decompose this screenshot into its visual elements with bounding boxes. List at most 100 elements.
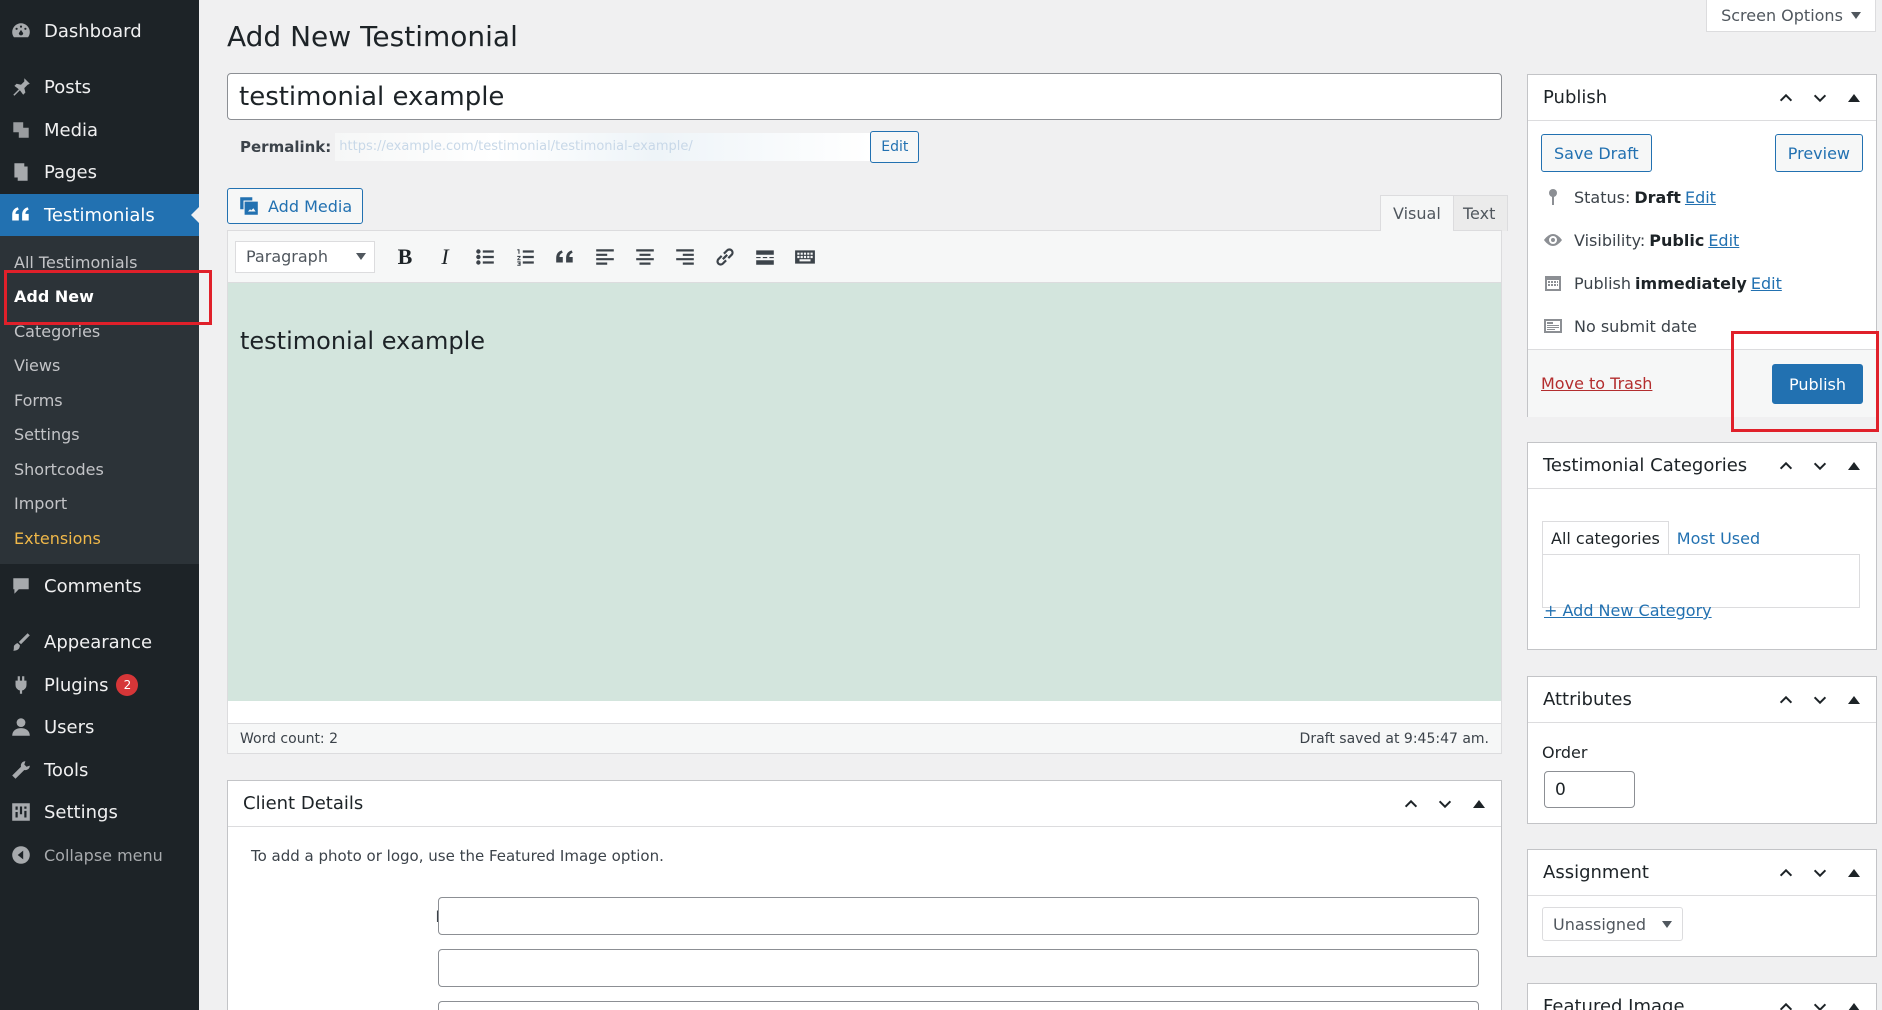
tab-visual[interactable]: Visual — [1380, 195, 1454, 231]
submenu-settings[interactable]: Settings — [14, 425, 80, 444]
menu-settings[interactable]: Settings — [0, 791, 199, 833]
format-value: Paragraph — [246, 247, 328, 266]
menu-appearance[interactable]: Appearance — [0, 621, 199, 663]
screen-options-button[interactable]: Screen Options — [1706, 0, 1876, 32]
pin-icon — [1542, 186, 1564, 208]
add-media-button[interactable]: Add Media — [227, 188, 364, 224]
caret-down-icon — [1850, 12, 1861, 19]
move-up-button[interactable] — [1772, 686, 1800, 714]
publish-time-edit-link[interactable]: Edit — [1751, 274, 1782, 293]
add-new-category-link[interactable]: + Add New Category — [1544, 601, 1712, 620]
move-down-button[interactable] — [1806, 993, 1834, 1010]
submenu-all-testimonials[interactable]: All Testimonials — [14, 253, 137, 272]
submenu-views[interactable]: Views — [14, 356, 60, 375]
toggle-panel-button[interactable] — [1840, 452, 1868, 480]
editor-paragraph: testimonial example — [240, 327, 486, 355]
collapse-label: Collapse menu — [44, 845, 163, 865]
move-up-button[interactable] — [1772, 84, 1800, 112]
bullet-list-button[interactable] — [465, 240, 505, 274]
add-media-label: Add Media — [268, 196, 353, 216]
next-field-input[interactable] — [438, 1001, 1479, 1010]
editor-content-area[interactable]: testimonial example — [228, 283, 1501, 701]
submenu-forms[interactable]: Forms — [14, 391, 63, 410]
dashboard-icon — [10, 20, 32, 42]
preview-button[interactable]: Preview — [1774, 134, 1863, 172]
read-more-button[interactable] — [745, 240, 785, 274]
assignment-select[interactable]: Unassigned — [1542, 907, 1684, 941]
submenu-add-new[interactable]: Add New — [14, 287, 94, 306]
post-title-input[interactable] — [227, 73, 1502, 120]
move-up-button[interactable] — [1772, 452, 1800, 480]
menu-dashboard[interactable]: Dashboard — [0, 10, 199, 52]
menu-label: Comments — [44, 575, 142, 597]
italic-button[interactable]: I — [425, 240, 465, 274]
move-down-button[interactable] — [1431, 790, 1459, 818]
align-right-button[interactable] — [665, 240, 705, 274]
visibility-edit-link[interactable]: Edit — [1708, 231, 1739, 250]
submenu-import[interactable]: Import — [14, 494, 67, 513]
toggle-panel-button[interactable] — [1840, 686, 1868, 714]
chevron-up-icon — [1779, 695, 1793, 703]
submenu-shortcodes[interactable]: Shortcodes — [14, 460, 104, 479]
full-name-input[interactable] — [438, 897, 1479, 935]
status-edit-link[interactable]: Edit — [1685, 188, 1716, 207]
paragraph-format-select[interactable]: Paragraph — [235, 240, 375, 273]
move-to-trash-link[interactable]: Move to Trash — [1541, 374, 1652, 393]
move-down-button[interactable] — [1806, 84, 1834, 112]
move-up-button[interactable] — [1397, 790, 1425, 818]
tab-most-used[interactable]: Most Used — [1669, 521, 1768, 555]
permalink-url[interactable]: https://example.com/testimonial/testimon… — [335, 133, 871, 161]
move-down-button[interactable] — [1806, 686, 1834, 714]
save-draft-button[interactable]: Save Draft — [1541, 134, 1652, 172]
status-label: Status: — [1574, 187, 1631, 207]
menu-pages[interactable]: Pages — [0, 151, 199, 193]
collapse-icon — [10, 844, 32, 866]
move-up-button[interactable] — [1772, 859, 1800, 887]
submenu-categories[interactable]: Categories — [14, 322, 100, 341]
toggle-panel-button[interactable] — [1465, 790, 1493, 818]
permalink-edit-button[interactable]: Edit — [870, 131, 920, 163]
toolbar-toggle-button[interactable] — [785, 240, 825, 274]
menu-label: Users — [44, 716, 95, 738]
submenu-extensions[interactable]: Extensions — [14, 529, 101, 548]
editor-status-bar: Word count: 2 Draft saved at 9:45:47 am. — [228, 723, 1501, 753]
permalink-row: Permalink: https://example.com/testimoni… — [240, 130, 920, 164]
menu-plugins[interactable]: Plugins 2 — [0, 664, 199, 706]
numbered-list-button[interactable] — [505, 240, 545, 274]
chevron-down-icon — [1813, 94, 1827, 102]
client-details-box: Client Details To add a photo or logo, u… — [227, 780, 1502, 1010]
numbered-list-icon — [517, 248, 534, 266]
blockquote-button[interactable] — [545, 240, 585, 274]
tab-all-categories[interactable]: All categories — [1542, 521, 1669, 555]
toggle-panel-button[interactable] — [1840, 859, 1868, 887]
align-center-button[interactable] — [625, 240, 665, 274]
triangle-up-icon — [1848, 93, 1860, 102]
bold-button[interactable]: B — [385, 240, 425, 274]
calendar-icon — [1542, 272, 1564, 294]
move-up-button[interactable] — [1772, 993, 1800, 1010]
publish-time-row: Publish immediately Edit — [1542, 272, 1782, 294]
move-down-button[interactable] — [1806, 452, 1834, 480]
order-input[interactable] — [1544, 771, 1635, 808]
align-left-button[interactable] — [585, 240, 625, 274]
toggle-panel-button[interactable] — [1840, 993, 1868, 1010]
menu-users[interactable]: Users — [0, 706, 199, 748]
move-down-button[interactable] — [1806, 859, 1834, 887]
menu-testimonials[interactable]: Testimonials — [0, 194, 199, 236]
draft-saved-status: Draft saved at 9:45:47 am. — [1299, 730, 1489, 747]
category-tabs: All categories Most Used — [1542, 521, 1768, 555]
publish-button[interactable]: Publish — [1771, 364, 1863, 404]
featured-image-title: Featured Image — [1543, 996, 1685, 1010]
menu-posts[interactable]: Posts — [0, 66, 199, 108]
menu-media[interactable]: Media — [0, 109, 199, 151]
menu-tools[interactable]: Tools — [0, 749, 199, 791]
email-input[interactable] — [438, 949, 1479, 987]
user-icon — [10, 716, 32, 738]
toggle-panel-button[interactable] — [1840, 84, 1868, 112]
tab-text[interactable]: Text — [1450, 195, 1509, 231]
triangle-up-icon — [1848, 1002, 1860, 1010]
insert-link-button[interactable] — [705, 240, 745, 274]
menu-comments[interactable]: Comments — [0, 565, 199, 607]
collapse-menu-button[interactable]: Collapse menu — [0, 834, 199, 876]
testimonials-submenu: All Testimonials Add New Categories View… — [0, 236, 199, 564]
